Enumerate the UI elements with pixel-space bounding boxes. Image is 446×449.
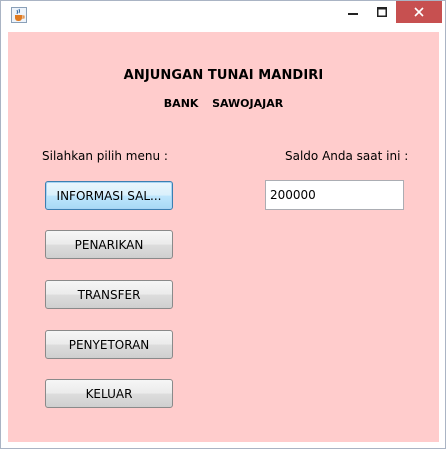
informasi-saldo-button[interactable]: INFORMASI SAL... xyxy=(45,181,173,210)
penarikan-button[interactable]: PENARIKAN xyxy=(45,230,173,259)
main-panel: ANJUNGAN TUNAI MANDIRI BANK SAWOJAJAR Si… xyxy=(8,32,439,442)
keluar-button[interactable]: KELUAR xyxy=(45,379,173,408)
close-icon xyxy=(414,7,424,17)
maximize-icon xyxy=(377,7,387,17)
minimize-button[interactable] xyxy=(339,1,367,23)
page-title: ANJUNGAN TUNAI MANDIRI xyxy=(123,68,324,83)
app-window: ANJUNGAN TUNAI MANDIRI BANK SAWOJAJAR Si… xyxy=(0,0,446,449)
title-bar[interactable] xyxy=(1,1,445,31)
saldo-label: Saldo Anda saat ini : xyxy=(285,149,409,163)
penyetoran-button[interactable]: PENYETORAN xyxy=(45,330,173,359)
transfer-button[interactable]: TRANSFER xyxy=(45,280,173,309)
java-cup-icon xyxy=(11,7,27,23)
close-button[interactable] xyxy=(396,1,442,23)
minimize-icon xyxy=(348,13,358,15)
menu-label: Silahkan pilih menu : xyxy=(42,149,168,163)
saldo-field[interactable]: 200000 xyxy=(265,180,404,210)
bank-name: BANK SAWOJAJAR xyxy=(163,97,284,110)
maximize-button[interactable] xyxy=(368,1,396,23)
